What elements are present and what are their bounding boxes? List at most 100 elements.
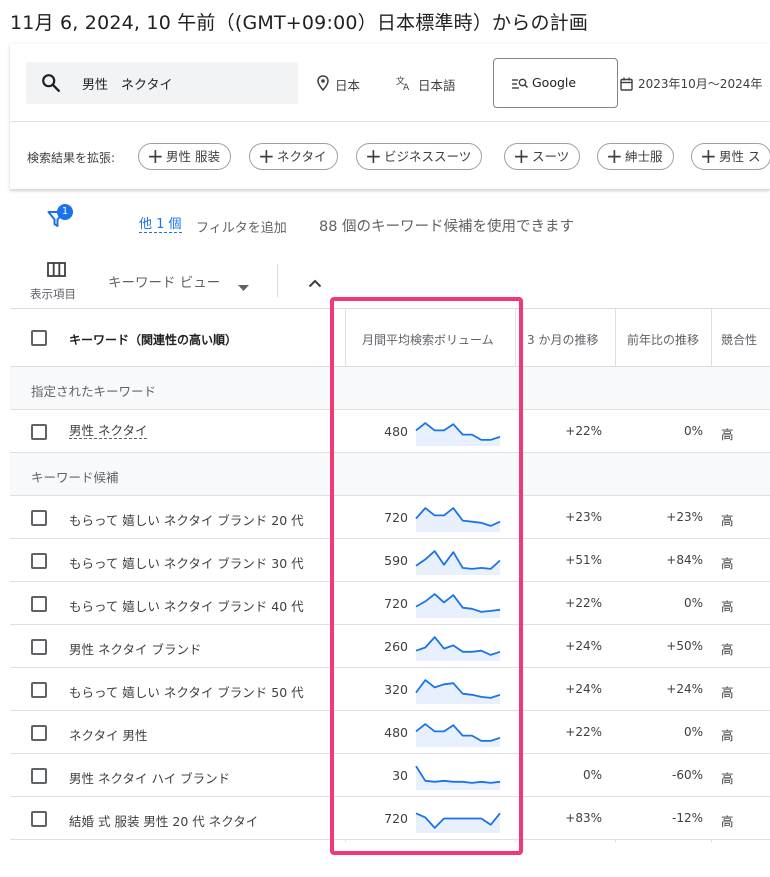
dropdown-caret-icon[interactable] — [238, 276, 249, 295]
column-header-trend3[interactable]: 3 か月の推移 — [527, 331, 598, 348]
row-checkbox[interactable] — [31, 510, 47, 526]
three-month-change: +51% — [565, 553, 602, 567]
table-row[interactable]: もらって 嬉しい ネクタイ ブランド 30 代 590 +51% +84% 高 — [10, 539, 770, 582]
yoy-change: +23% — [666, 510, 703, 524]
sparkline-area — [416, 594, 500, 618]
table-row[interactable]: 結婚 式 服装 男性 20 代 ネクタイ 720 +83% -12% 高 — [10, 797, 770, 840]
search-volume: 590 — [384, 553, 408, 568]
three-month-change: +22% — [565, 725, 602, 739]
three-month-change: +83% — [565, 811, 602, 825]
keyword-text: 男性 ネクタイ ハイ ブランド — [69, 771, 231, 786]
row-checkbox[interactable] — [31, 596, 47, 612]
location-setting[interactable]: 日本 — [335, 75, 360, 94]
row-checkbox[interactable] — [31, 725, 47, 741]
keyword-text: もらって 嬉しい ネクタイ ブランド 50 代 — [69, 685, 304, 700]
row-checkbox[interactable] — [31, 682, 47, 698]
volume-sparkline — [415, 723, 501, 747]
search-volume: 320 — [384, 682, 408, 697]
keyword-text: もらって 嬉しい ネクタイ ブランド 30 代 — [69, 556, 304, 571]
volume-sparkline — [415, 679, 501, 704]
volume-sparkline — [415, 636, 501, 661]
sparkline-area — [416, 551, 500, 575]
plus-icon: + — [365, 144, 382, 168]
columns-icon[interactable] — [47, 262, 66, 281]
keyword-text[interactable]: 男性 ネクタイ — [69, 424, 148, 439]
more-filters-link[interactable]: 他 1 個 — [139, 217, 182, 233]
volume-sparkline — [415, 765, 501, 790]
column-header-competition[interactable]: 競合性 — [721, 331, 757, 348]
search-icon — [40, 72, 62, 98]
refine-chip[interactable]: + 紳士服 — [597, 143, 674, 170]
search-network-button[interactable]: Google — [493, 58, 618, 108]
refine-chip[interactable]: + ビジネススーツ — [356, 143, 483, 170]
keyword-text: 男性 ネクタイ ブランド — [69, 642, 202, 657]
search-volume: 720 — [384, 510, 408, 525]
volume-sparkline — [415, 550, 501, 575]
keyword-text: もらって 嬉しい ネクタイ ブランド 20 代 — [69, 513, 304, 528]
keyword-view-dropdown[interactable]: キーワード ビュー — [108, 271, 220, 291]
competition-level: 高 — [721, 427, 734, 442]
column-header-volume[interactable]: 月間平均検索ボリューム — [362, 331, 494, 348]
section-specified-keywords: 指定されたキーワード — [10, 367, 770, 410]
keyword-table: キーワード（関連性の高い順） 月間平均検索ボリューム 3 か月の推移 前年比の推… — [10, 308, 770, 842]
chevron-up-icon[interactable] — [308, 273, 322, 292]
keyword-count-text: 88 個のキーワード候補を使用できます — [319, 219, 575, 235]
plan-title: 11月 6, 2024, 10 午前（(GMT+09:00）日本標準時）からの計… — [10, 12, 589, 34]
table-row[interactable]: 男性 ネクタイ ブランド 260 +24% +50% 高 — [10, 625, 770, 668]
date-range-setting[interactable]: 2023年10月～2024年 — [638, 75, 762, 92]
yoy-change: +50% — [666, 639, 703, 653]
row-checkbox[interactable] — [31, 768, 47, 784]
search-panel: 男性 ネクタイ 日本 文A 日本語 Google 2023年10月～2024年 … — [10, 44, 770, 190]
table-row[interactable]: もらって 嬉しい ネクタイ ブランド 20 代 720 +23% +23% 高 — [10, 496, 770, 539]
row-checkbox[interactable] — [31, 811, 47, 827]
search-volume: 720 — [384, 596, 408, 611]
language-setting[interactable]: 日本語 — [418, 75, 456, 94]
row-checkbox[interactable] — [31, 553, 47, 569]
refine-chip[interactable]: + 男性 服装 — [138, 143, 231, 170]
keyword-text: ネクタイ 男性 — [69, 728, 148, 743]
yoy-change: +84% — [666, 553, 703, 567]
column-header-yoy[interactable]: 前年比の推移 — [627, 331, 699, 348]
search-volume: 720 — [384, 811, 408, 826]
three-month-change: 0% — [582, 768, 602, 782]
column-header-keyword[interactable]: キーワード（関連性の高い順） — [69, 331, 237, 348]
section-label: キーワード候補 — [31, 470, 119, 485]
yoy-change: +24% — [666, 682, 703, 696]
location-pin-icon — [317, 75, 329, 95]
table-row[interactable]: もらって 嬉しい ネクタイ ブランド 40 代 720 +22% 0% 高 — [10, 582, 770, 625]
three-month-change: +22% — [565, 424, 602, 438]
svg-text:A: A — [403, 83, 410, 91]
table-row[interactable]: 男性 ネクタイ ハイ ブランド 30 0% -60% 高 — [10, 754, 770, 797]
columns-label[interactable]: 表示項目 — [30, 286, 76, 302]
yoy-change: 0% — [683, 424, 703, 438]
keyword-text: 結婚 式 服装 男性 20 代 ネクタイ — [69, 814, 259, 829]
volume-sparkline — [415, 422, 501, 446]
three-month-change: +24% — [565, 682, 602, 696]
keyword-text: もらって 嬉しい ネクタイ ブランド 40 代 — [69, 599, 304, 614]
plus-icon: + — [700, 144, 717, 168]
plus-icon: + — [147, 144, 164, 168]
search-volume: 480 — [384, 725, 408, 740]
table-row[interactable]: もらって 嬉しい ネクタイ ブランド 50 代 320 +24% +24% 高 — [10, 668, 770, 711]
select-all-checkbox[interactable] — [31, 330, 47, 346]
section-label: 指定されたキーワード — [31, 384, 157, 399]
competition-level: 高 — [721, 728, 734, 743]
refine-chip[interactable]: + スーツ — [504, 143, 581, 170]
table-row[interactable]: 男性 ネクタイ 480 +22% 0% 高 — [10, 410, 770, 453]
table-row[interactable]: ネクタイ 男性 480 +22% 0% 高 — [10, 711, 770, 754]
expand-label: 検索結果を拡張: — [27, 151, 116, 165]
competition-level: 高 — [721, 771, 734, 786]
refine-chip[interactable]: + 男性 ス — [691, 143, 770, 170]
row-checkbox[interactable] — [31, 639, 47, 655]
keyword-search-box[interactable]: 男性 ネクタイ — [26, 62, 298, 104]
sparkline-area — [416, 766, 500, 790]
search-volume: 480 — [384, 424, 408, 439]
volume-sparkline — [415, 812, 501, 833]
sparkline-line — [415, 765, 501, 784]
volume-sparkline — [415, 507, 501, 532]
volume-sparkline — [415, 593, 501, 618]
refine-chip[interactable]: + ネクタイ — [249, 143, 338, 170]
add-filter-button[interactable]: フィルタを追加 — [196, 217, 287, 236]
yoy-change: -12% — [671, 811, 703, 825]
row-checkbox[interactable] — [31, 424, 47, 440]
